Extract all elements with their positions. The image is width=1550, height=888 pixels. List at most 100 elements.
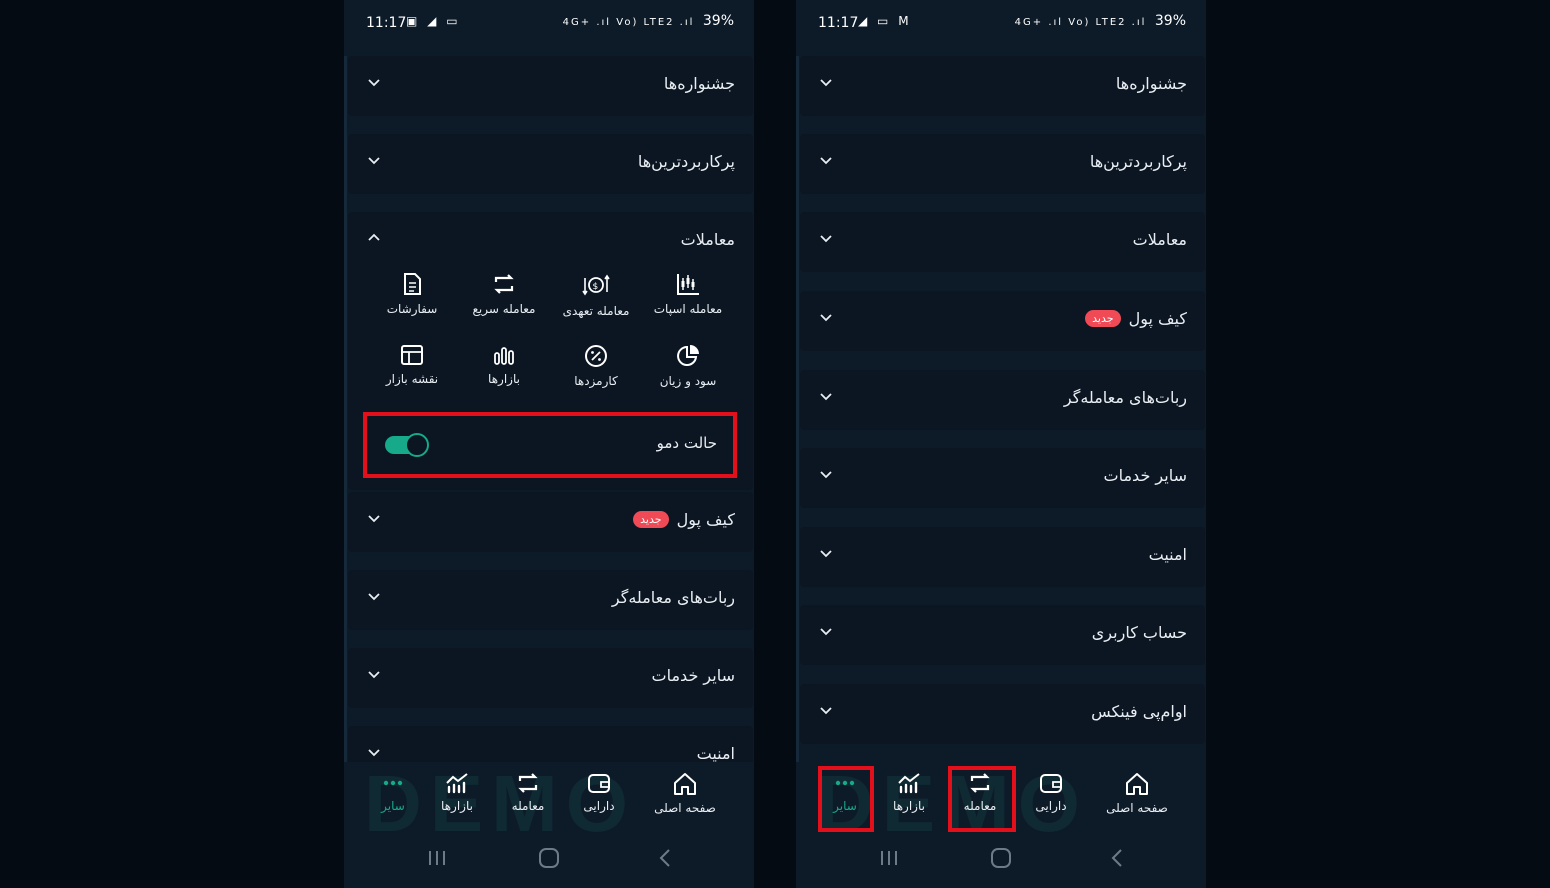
section-trades[interactable]: معاملات — [800, 212, 1205, 272]
nav-home[interactable]: صفحه اصلی — [1102, 772, 1172, 815]
section-title: حساب کاربری — [1091, 623, 1187, 642]
grid-item-quick-trade[interactable]: معامله سریع — [458, 272, 550, 332]
section-other-services[interactable]: سایر خدمات — [800, 448, 1205, 508]
bottom-nav: DEMO سایر بازارها معامله دارایی صفحه اصل… — [344, 759, 754, 888]
status-bar: 11:17 ◢ ▭ M 4G+ .ıl Vo) LTE2 .ıl 39% — [796, 0, 1206, 46]
section-trading-bots[interactable]: ربات‌های معامله‌گر — [800, 370, 1205, 430]
chevron-down-icon — [368, 79, 380, 87]
svg-text:$: $ — [593, 282, 599, 292]
nav-label: معامله — [511, 799, 545, 813]
recents-icon[interactable] — [878, 848, 900, 868]
grid-item-markets[interactable]: بازارها — [458, 344, 550, 404]
section-title: پرکاربردترین‌ها — [637, 152, 735, 171]
grid-item-market-map[interactable]: نقشه بازار — [366, 344, 458, 404]
section-most-used[interactable]: پرکاربردترین‌ها — [800, 134, 1205, 194]
back-icon[interactable] — [656, 848, 674, 868]
grid-item-margin-trade[interactable]: $ معامله تعهدی — [550, 272, 642, 332]
section-other-services[interactable]: سایر خدمات — [348, 648, 753, 708]
section-trades-expanded: معاملات سفارشات معامله سریع $ معامله تعه… — [348, 212, 753, 490]
chevron-down-icon — [820, 471, 832, 479]
section-festivals[interactable]: جشنواره‌ها — [348, 56, 753, 116]
markets-chart-icon — [898, 773, 920, 794]
section-most-used[interactable]: پرکاربردترین‌ها — [348, 134, 753, 194]
pie-icon — [677, 345, 699, 366]
status-right: 4G+ .ıl Vo) LTE2 .ıl 39% — [563, 13, 734, 29]
nav-label: بازارها — [893, 799, 925, 813]
grid-label: بازارها — [488, 372, 520, 386]
chevron-down-icon — [820, 157, 832, 165]
nav-assets[interactable]: دارایی — [564, 772, 634, 813]
section-title: جشنواره‌ها — [663, 74, 735, 93]
nav-label: صفحه اصلی — [654, 801, 716, 815]
nav-trade[interactable]: معامله — [493, 772, 563, 813]
status-right: 4G+ .ıl Vo) LTE2 .ıl 39% — [1015, 13, 1186, 29]
battery-level: 39% — [702, 13, 734, 29]
section-title: امنیت — [1148, 545, 1187, 564]
home-system-icon[interactable] — [990, 848, 1012, 868]
section-wallet[interactable]: کیف پول جدید — [800, 291, 1205, 351]
section-user-account[interactable]: حساب کاربری — [800, 605, 1205, 665]
grid-label: سفارشات — [386, 302, 438, 316]
section-festivals[interactable]: جشنواره‌ها — [800, 56, 1205, 116]
demo-mode-toggle[interactable] — [385, 433, 429, 457]
home-icon — [674, 773, 696, 795]
notification-icons: ◢ ▭ M — [858, 14, 912, 28]
chevron-up-icon — [368, 233, 380, 241]
demo-mode-row[interactable]: حالت دمو — [363, 412, 737, 478]
section-trades-header[interactable]: معاملات — [348, 212, 753, 272]
scrollbar[interactable] — [796, 56, 799, 762]
recents-icon[interactable] — [426, 848, 448, 868]
highlight-trade — [948, 766, 1016, 832]
nav-others[interactable]: سایر — [358, 772, 428, 813]
markets-chart-icon — [446, 773, 468, 794]
section-wallet[interactable]: کیف پول جدید — [348, 492, 753, 552]
section-title: پرکاربردترین‌ها — [1089, 152, 1187, 171]
nav-markets[interactable]: بازارها — [874, 772, 944, 813]
wallet-icon — [588, 774, 610, 793]
section-label: کیف پول — [676, 510, 735, 529]
signal-icon: 4G+ .ıl Vo) LTE2 .ıl — [1014, 17, 1147, 28]
notification-icons: ▣ ◢ ▭ — [406, 14, 461, 28]
section-title: معاملات — [1132, 230, 1187, 249]
nav-label: صفحه اصلی — [1106, 801, 1168, 815]
chevron-down-icon — [820, 707, 832, 715]
scrollbar[interactable] — [344, 56, 347, 762]
new-badge: جدید — [633, 511, 669, 528]
home-system-icon[interactable] — [538, 848, 560, 868]
grid-item-profit-loss[interactable]: سود و زیان — [642, 344, 734, 404]
nav-assets[interactable]: دارایی — [1016, 772, 1086, 813]
grid-label: سود و زیان — [659, 374, 717, 388]
map-icon — [401, 345, 423, 365]
back-icon[interactable] — [1108, 848, 1126, 868]
home-icon — [1126, 773, 1148, 795]
chevron-down-icon — [820, 235, 832, 243]
status-time: 11:17 — [818, 15, 859, 31]
candles-icon — [677, 274, 699, 295]
toggle-knob — [405, 433, 429, 457]
section-title: جشنواره‌ها — [1115, 74, 1187, 93]
document-icon — [404, 273, 421, 295]
status-bar: 11:17 ▣ ◢ ▭ 4G+ .ıl Vo) LTE2 .ıl 39% — [344, 0, 754, 46]
demo-mode-label: حالت دمو — [656, 434, 717, 452]
grid-item-orders[interactable]: سفارشات — [366, 272, 458, 332]
grid-item-fees[interactable]: کارمزدها — [550, 344, 642, 404]
phone-screen-right: 11:17 ◢ ▭ M 4G+ .ıl Vo) LTE2 .ıl 39% جشن… — [796, 0, 1206, 888]
section-title: معاملات — [680, 230, 735, 249]
nav-home[interactable]: صفحه اصلی — [650, 772, 720, 815]
section-trading-bots[interactable]: ربات‌های معامله‌گر — [348, 570, 753, 630]
system-nav — [796, 848, 1206, 872]
grid-label: نقشه بازار — [385, 372, 439, 386]
chevron-down-icon — [820, 393, 832, 401]
bars-icon — [494, 347, 514, 365]
section-title: کیف پول جدید — [633, 510, 735, 529]
nav-markets[interactable]: بازارها — [422, 772, 492, 813]
swap-icon — [494, 274, 514, 294]
chevron-down-icon — [368, 515, 380, 523]
grid-item-spot-trade[interactable]: معامله اسپات — [642, 272, 734, 332]
section-security[interactable]: امنیت — [800, 527, 1205, 587]
section-title: امنیت — [696, 744, 735, 763]
section-ompfinex[interactable]: اوام‌پی فینکس — [800, 684, 1205, 744]
nav-label: سایر — [381, 799, 405, 813]
nav-label: بازارها — [441, 799, 473, 813]
phone-screen-left: 11:17 ▣ ◢ ▭ 4G+ .ıl Vo) LTE2 .ıl 39% جشن… — [344, 0, 754, 888]
